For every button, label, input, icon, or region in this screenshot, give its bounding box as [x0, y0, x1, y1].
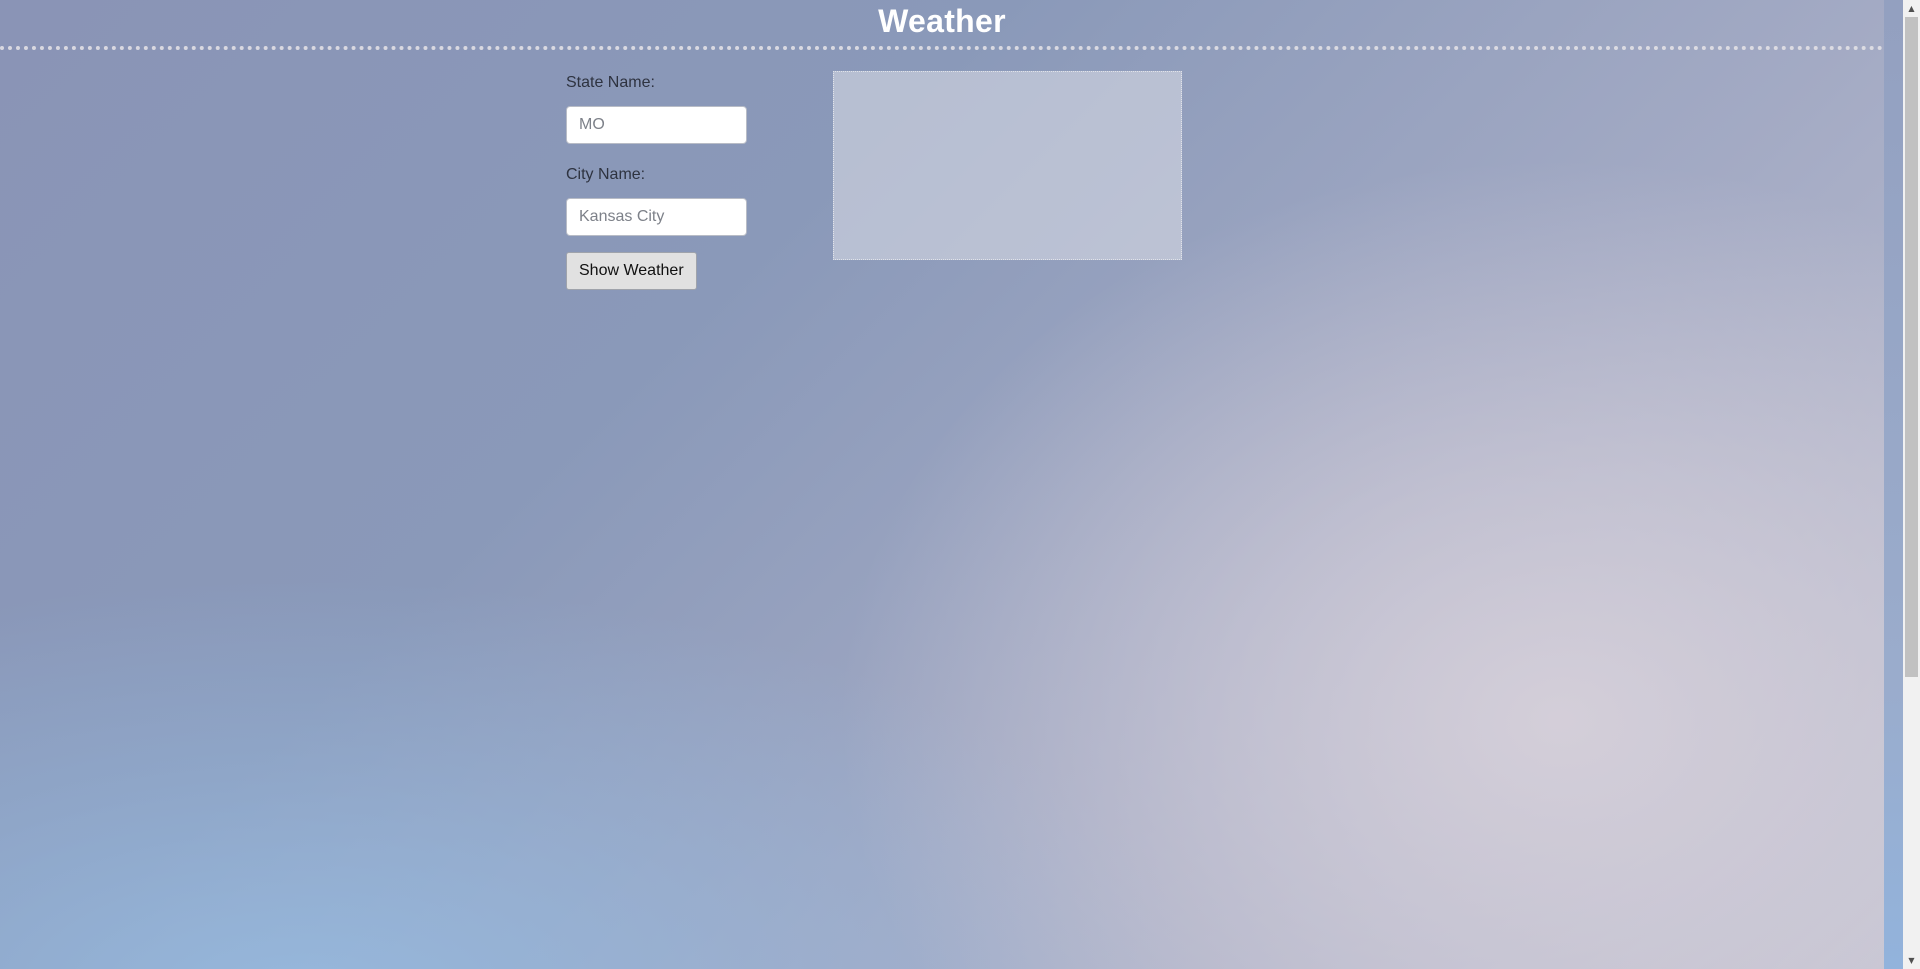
scrollbar-gutter	[1884, 0, 1903, 969]
page: Weather State Name: City Name: Show Weat…	[0, 0, 1884, 969]
header-divider	[0, 46, 1884, 50]
arrow-up-icon[interactable]: ▲	[1903, 0, 1920, 17]
state-name-label: State Name:	[566, 74, 655, 91]
weather-form: State Name: City Name: Show Weather	[566, 72, 766, 290]
city-name-input[interactable]	[566, 198, 747, 236]
weather-result-panel	[833, 71, 1182, 260]
page-scrollbar[interactable]: ▲ ▼	[1884, 0, 1920, 969]
scrollbar-thumb[interactable]	[1905, 17, 1918, 677]
page-title: Weather	[878, 3, 1006, 39]
arrow-down-icon[interactable]: ▼	[1903, 952, 1920, 969]
header: Weather	[0, 0, 1884, 50]
show-weather-button[interactable]: Show Weather	[566, 252, 697, 290]
city-name-label: City Name:	[566, 166, 646, 183]
scrollbar-track[interactable]: ▲ ▼	[1903, 0, 1920, 969]
state-name-input[interactable]	[566, 106, 747, 144]
